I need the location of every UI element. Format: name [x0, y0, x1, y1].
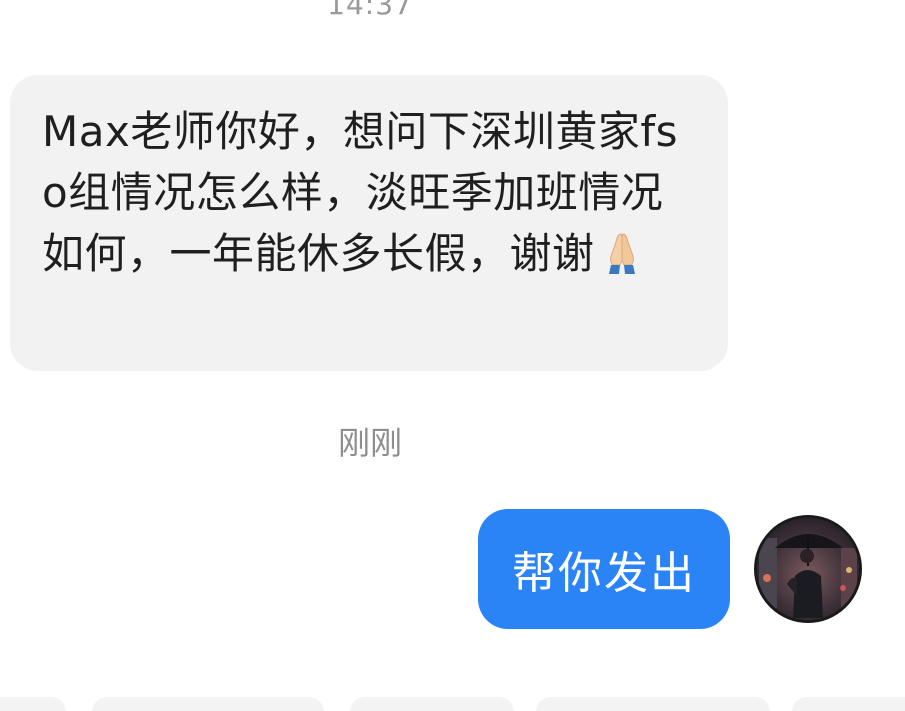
timestamp: 14:37: [327, 0, 413, 21]
outgoing-message-bubble[interactable]: 帮你发出: [478, 509, 730, 629]
quick-reply-chip[interactable]: [536, 697, 770, 711]
avatar[interactable]: [754, 515, 862, 623]
user-avatar-umbrella-icon: [757, 518, 859, 620]
chat-view: 14:37 Max老师你好，想问下深圳黄家fso组情况怎么样，淡旺季加班情况如何…: [0, 0, 905, 711]
quick-reply-chip[interactable]: [0, 697, 66, 711]
incoming-message-bubble[interactable]: Max老师你好，想问下深圳黄家fso组情况怎么样，淡旺季加班情况如何，一年能休多…: [10, 75, 728, 371]
outgoing-message-text: 帮你发出: [512, 548, 696, 599]
quick-reply-chip[interactable]: [350, 697, 514, 711]
quick-reply-chip[interactable]: [792, 697, 905, 711]
quick-reply-row: [0, 697, 905, 711]
timestamp: 刚刚: [337, 424, 402, 462]
quick-reply-chip[interactable]: [92, 697, 324, 711]
folded-hands-icon: [599, 230, 645, 276]
incoming-message-text: Max老师你好，想问下深圳黄家fso组情况怎么样，淡旺季加班情况如何，一年能休多…: [42, 107, 678, 278]
